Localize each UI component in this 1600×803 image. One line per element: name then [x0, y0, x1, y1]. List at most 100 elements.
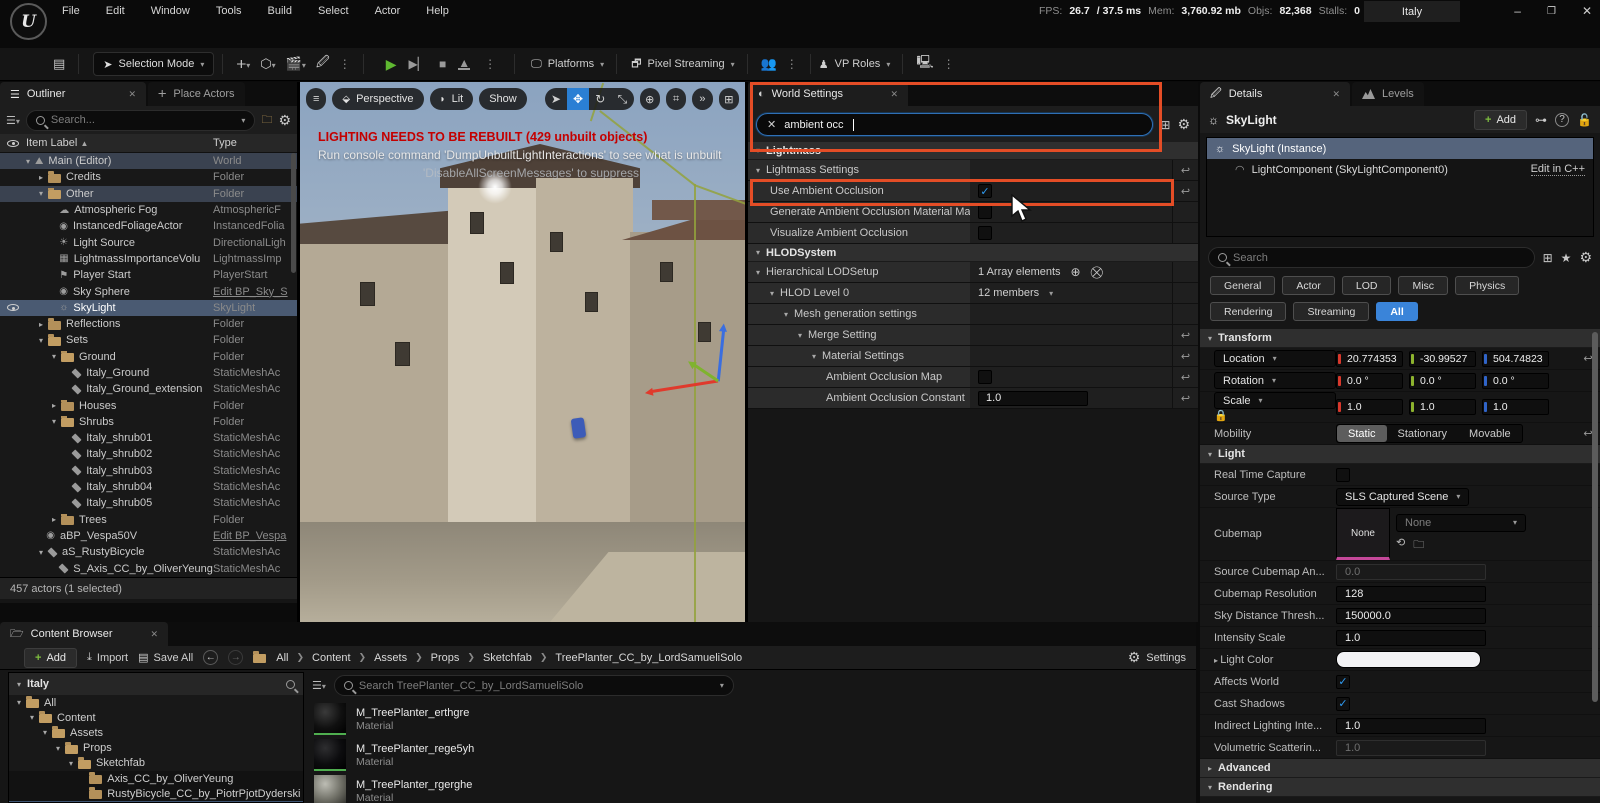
expand-arrow-icon[interactable]: ▾: [756, 248, 760, 257]
world-settings-search-input[interactable]: ✕ ambient occ: [756, 113, 1153, 136]
scale-dropdown[interactable]: Scale▾: [1214, 392, 1336, 409]
breadcrumb-sketchfab[interactable]: Sketchfab: [483, 652, 532, 664]
expand-arrow-icon[interactable]: ▸: [39, 320, 43, 329]
checkbox-unchecked[interactable]: [978, 226, 992, 240]
ws-row-hierarchical-lodsetup[interactable]: ▾Hierarchical LODSetup1 Array elements⊕⛒: [748, 262, 1198, 283]
expand-arrow-icon[interactable]: ▾: [39, 189, 43, 198]
filter-chip-rendering[interactable]: Rendering: [1210, 302, 1286, 321]
forward-icon[interactable]: →: [228, 650, 243, 665]
maximize-viewport-icon[interactable]: ⊞: [719, 88, 739, 110]
value-input[interactable]: 1.0: [978, 391, 1088, 406]
expand-arrow-icon[interactable]: ▾: [1208, 334, 1212, 343]
expand-arrow-icon[interactable]: ▾: [26, 157, 30, 166]
world-coordinate-icon[interactable]: ⊕: [640, 88, 660, 110]
selection-mode-dropdown[interactable]: ➤ Selection Mode ▾: [93, 52, 214, 76]
mobility-option-movable[interactable]: Movable: [1458, 425, 1522, 442]
filter-chip-lod[interactable]: LOD: [1342, 276, 1392, 295]
help-icon[interactable]: ?: [1555, 113, 1569, 127]
ws-row-hlod-level-0[interactable]: ▾HLOD Level 012 members▾: [748, 283, 1198, 304]
outliner-row[interactable]: Italy_shrub02StaticMeshAc: [0, 446, 297, 462]
outliner-row[interactable]: S_Axis_CC_by_OliverYeungStaticMeshAc: [0, 560, 297, 576]
tree-item-rustybicycle_cc_by_piotrpjotdyderski[interactable]: RustyBicycle_CC_by_PiotrPjotDyderski: [9, 786, 303, 801]
ws-row-ambient-occlusion-constant[interactable]: Ambient Occlusion Constant1.0↩: [748, 388, 1198, 409]
section-advanced[interactable]: ▸Advanced: [1200, 759, 1600, 778]
breadcrumb-treeplanter_cc_by_lordsamuelisolo[interactable]: TreePlanter_CC_by_LordSamueliSolo: [555, 652, 742, 664]
play-button[interactable]: ▶: [386, 56, 397, 73]
outliner-row[interactable]: ▾aS_RustyBicycleStaticMeshAc: [0, 544, 297, 560]
collapse-icon[interactable]: ▾: [17, 680, 21, 689]
asset-item[interactable]: M_TreePlanter_rege5yhMaterial: [310, 737, 1196, 773]
rotation-x-field[interactable]: 0.0 °: [1336, 373, 1403, 389]
menu-actor[interactable]: Actor: [375, 5, 401, 17]
section-hlodsystem[interactable]: ▾HLODSystem: [748, 244, 1198, 262]
close-icon[interactable]: ✕: [890, 89, 898, 100]
browse-icon[interactable]: 🗀: [1413, 536, 1424, 555]
outliner-row[interactable]: Italy_shrub03StaticMeshAc: [0, 463, 297, 479]
scale-y-field[interactable]: 1.0: [1409, 399, 1476, 415]
filter-chip-misc[interactable]: Misc: [1398, 276, 1448, 295]
stop-button[interactable]: ■: [439, 57, 446, 71]
checkbox-unchecked[interactable]: [978, 205, 992, 219]
revert-icon[interactable]: ↩: [1181, 164, 1190, 177]
section-lightmass[interactable]: ▾Lightmass: [748, 142, 1198, 160]
details-settings-icon[interactable]: ⚙: [1579, 249, 1592, 266]
outliner-row[interactable]: ▾⛰Main (Editor)World: [0, 153, 297, 169]
lit-dropdown[interactable]: ◗ Lit: [430, 88, 474, 110]
tree-item-axis_cc_by_oliveryeung[interactable]: Axis_CC_by_OliverYeung: [9, 771, 303, 786]
blueprint-convert-icon[interactable]: ⊶: [1535, 113, 1547, 127]
outliner-row[interactable]: ▾GroundFolder: [0, 349, 297, 365]
value-input[interactable]: 1.0: [1336, 630, 1486, 646]
maximize-button[interactable]: ❐: [1547, 6, 1556, 17]
section-light[interactable]: ▾Light: [1200, 445, 1600, 464]
value-input[interactable]: 150000.0: [1336, 608, 1486, 624]
outliner-row[interactable]: ☁Atmospheric FogAtmosphericF: [0, 202, 297, 218]
expand-arrow-icon[interactable]: ▾: [56, 744, 60, 753]
expand-arrow-icon[interactable]: ▾: [1208, 783, 1212, 792]
platforms-dropdown[interactable]: 🖵 Platforms ▾: [531, 58, 604, 71]
outliner-row[interactable]: ▸TreesFolder: [0, 512, 297, 528]
expand-arrow-icon[interactable]: ▾: [756, 268, 760, 277]
rotate-tool[interactable]: ↻: [589, 88, 611, 110]
use-selected-icon[interactable]: ⟲: [1396, 536, 1405, 555]
visibility-cell[interactable]: [0, 304, 26, 311]
outliner-row[interactable]: Italy_GroundStaticMeshAc: [0, 365, 297, 381]
expand-arrow-icon[interactable]: ▾: [43, 728, 47, 737]
toolbar-overflow-icon[interactable]: ⋮: [335, 57, 355, 71]
location-z-field[interactable]: 504.74823: [1482, 351, 1549, 367]
scale-tool[interactable]: ⤡: [611, 88, 633, 110]
light-color-swatch[interactable]: [1336, 651, 1481, 668]
play-from-here-button[interactable]: ▶▏: [408, 57, 426, 71]
outliner-row[interactable]: Italy_shrub05StaticMeshAc: [0, 495, 297, 511]
checkbox-checked[interactable]: ✓: [978, 184, 992, 198]
tab-details[interactable]: 🖉 Details ✕: [1200, 82, 1350, 106]
outliner-row[interactable]: ▾OtherFolder: [0, 186, 297, 202]
expand-arrow-icon[interactable]: ▾: [756, 166, 760, 175]
location-x-field[interactable]: 20.774353: [1336, 351, 1403, 367]
ws-row-mesh-generation-settings[interactable]: ▾Mesh generation settings: [748, 304, 1198, 325]
filter-chip-streaming[interactable]: Streaming: [1293, 302, 1369, 321]
play-options-icon[interactable]: ⋮: [480, 57, 500, 71]
cb-filter-icon[interactable]: ☰▾: [312, 679, 326, 692]
close-button[interactable]: ✕: [1582, 4, 1592, 18]
rotation-y-field[interactable]: 0.0 °: [1409, 373, 1476, 389]
menu-file[interactable]: File: [62, 5, 80, 17]
component-row-skylight-instance[interactable]: ☼ SkyLight (Instance): [1207, 138, 1593, 159]
expand-arrow-icon[interactable]: ▾: [69, 759, 73, 768]
expand-arrow-icon[interactable]: ▾: [17, 698, 21, 707]
expand-arrow-icon[interactable]: ▾: [30, 713, 34, 722]
filter-chip-general[interactable]: General: [1210, 276, 1275, 295]
scale-z-field[interactable]: 1.0: [1482, 399, 1549, 415]
tree-item-props[interactable]: ▾Props: [9, 741, 303, 756]
expand-arrow-icon[interactable]: ▾: [52, 352, 56, 361]
checkbox-checked[interactable]: ✓: [1336, 697, 1350, 711]
component-row-lightcomponent[interactable]: ◠ LightComponent (SkyLightComponent0) Ed…: [1207, 159, 1593, 180]
close-icon[interactable]: ✕: [1332, 89, 1340, 100]
location-dropdown[interactable]: Location▾: [1214, 350, 1336, 367]
menu-tools[interactable]: Tools: [216, 5, 242, 17]
outliner-search-input[interactable]: Search... ▾: [26, 110, 256, 131]
add-element-icon[interactable]: ⊕: [1071, 265, 1081, 279]
save-icon[interactable]: ▤: [48, 56, 70, 72]
clear-search-icon[interactable]: ✕: [767, 118, 776, 131]
save-all-button[interactable]: ▤Save All: [138, 651, 193, 664]
value-input[interactable]: 1.0: [1336, 718, 1486, 734]
